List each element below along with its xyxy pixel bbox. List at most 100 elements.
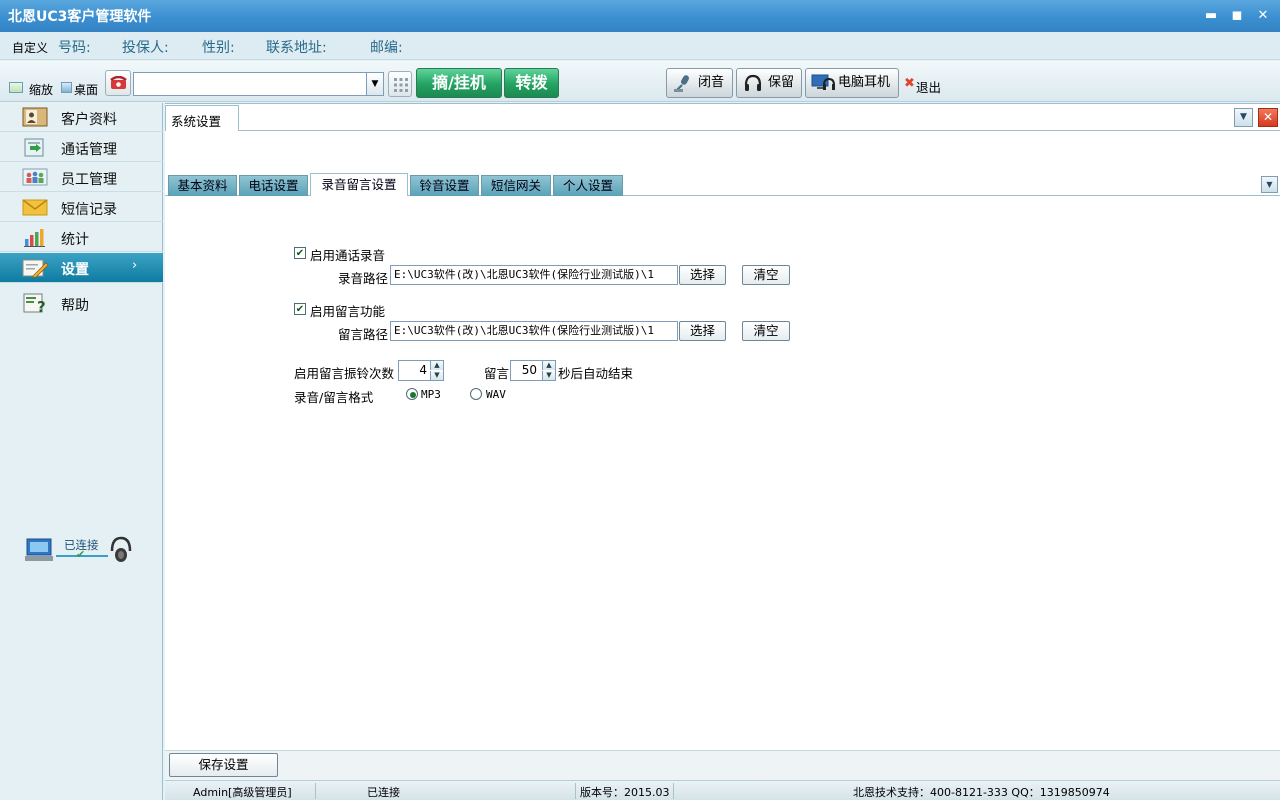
sidebar-item-staff[interactable]: 员工管理 (0, 163, 163, 192)
sidebar-item-stats[interactable]: 统计 (0, 223, 163, 252)
status-support: 北恩技术支持：400-8121-333 QQ：1319850974 (853, 786, 1110, 799)
dial-number-input[interactable] (133, 72, 367, 96)
pc-headset-button[interactable]: 电脑耳机 (805, 68, 899, 98)
voicemail-path-label: 留言路径 (338, 327, 389, 342)
tab-list-dropdown[interactable]: ▼ (1234, 108, 1253, 127)
svg-text:?: ? (37, 298, 46, 313)
doc-tab-divider (239, 130, 1280, 131)
status-separator (315, 783, 316, 799)
doc-tab-system-settings[interactable]: 系统设置 (165, 105, 239, 131)
gender-label: 性别: (202, 40, 235, 56)
phone-icon[interactable] (105, 70, 131, 96)
recording-path-field[interactable]: E:\UC3软件(改)\北恩UC3软件(保险行业测试版)\1 (390, 265, 678, 285)
exit-label: 退出 (916, 80, 942, 95)
pc-headset-icon (811, 74, 835, 90)
enable-recording-label: 启用通话录音 (310, 248, 386, 263)
doc-tab-label: 系统设置 (171, 114, 222, 129)
status-connection: 已连接 (367, 786, 400, 799)
staff-management-icon (22, 168, 48, 186)
message-seconds-value: 50 (521, 363, 537, 377)
close-tab-button[interactable]: ✕ (1258, 108, 1278, 127)
radio-mp3[interactable] (406, 388, 418, 400)
tab-ringtone-settings[interactable]: 铃音设置 (410, 175, 479, 196)
dialpad-button[interactable] (388, 71, 412, 97)
headphones-icon (744, 74, 762, 91)
sidebar-item-calls[interactable]: 通话管理 (0, 133, 163, 162)
sidebar-item-label: 客户资料 (61, 112, 117, 128)
tab-recording-voicemail[interactable]: 录音留言设置 (310, 173, 408, 196)
voicemail-path-field[interactable]: E:\UC3软件(改)\北恩UC3软件(保险行业测试版)\1 (390, 321, 678, 341)
call-management-icon (24, 138, 44, 157)
spin-down-icon[interactable]: ▼ (430, 371, 443, 380)
transfer-button[interactable]: 转拨 (504, 68, 559, 98)
shrink-icon (9, 82, 23, 93)
chevron-down-icon: ▼ (1240, 112, 1247, 122)
auto-end-label: 秒后自动结束 (558, 366, 634, 381)
recording-clear-button[interactable]: 清空 (742, 265, 790, 285)
dialpad-grid-icon (394, 78, 408, 92)
customize-button[interactable]: 自定义 (12, 39, 48, 56)
number-label: 号码: (58, 40, 91, 56)
chevron-down-icon: ▼ (1266, 180, 1273, 189)
status-version: 版本号：2015.03 (580, 786, 670, 799)
ring-count-stepper[interactable]: 4 ▲ ▼ (398, 360, 444, 381)
sub-tab-dropdown[interactable]: ▼ (1261, 176, 1278, 193)
sidebar-item-label: 设置 (61, 262, 89, 278)
tab-personal-settings[interactable]: 个人设置 (553, 175, 623, 196)
computer-icon (25, 538, 53, 561)
headset-icon (110, 536, 132, 562)
radio-selected-dot (410, 392, 416, 398)
enable-voicemail-checkbox[interactable]: ✔ (294, 303, 306, 315)
close-icon[interactable]: ✕ (1253, 6, 1273, 26)
settings-pencil-icon (22, 259, 48, 278)
voicemail-clear-button[interactable]: 清空 (742, 321, 790, 341)
format-mp3-label: MP3 (421, 388, 441, 401)
recording-select-button[interactable]: 选择 (679, 265, 726, 285)
sidebar-item-label: 统计 (61, 232, 89, 248)
voicemail-select-button[interactable]: 选择 (679, 321, 726, 341)
sidebar-item-help[interactable]: ? 帮助 (0, 289, 163, 318)
ring-count-label: 启用留言振铃次数 (294, 366, 395, 381)
title-bar: 北恩UC3客户管理软件 ▬ ◼ ✕ (0, 0, 1280, 32)
spin-up-icon[interactable]: ▲ (430, 361, 443, 370)
sidebar-item-customer[interactable]: 客户资料 (0, 103, 163, 132)
shrink-label: 缩放 (29, 83, 54, 97)
help-icon: ? (23, 293, 46, 313)
sidebar-item-settings[interactable]: 设置 › (0, 253, 163, 283)
sidebar-item-sms[interactable]: 短信记录 (0, 193, 163, 222)
tab-phone-settings[interactable]: 电话设置 (239, 175, 308, 196)
hold-button[interactable]: 保留 (736, 68, 802, 98)
exit-x-icon: ✖ (904, 76, 915, 91)
status-separator (673, 783, 674, 799)
sms-envelope-icon (22, 199, 48, 216)
spin-up-icon[interactable]: ▲ (542, 361, 555, 370)
recording-path-label: 录音路径 (338, 271, 389, 286)
mute-label: 闭音 (698, 75, 725, 90)
tab-basic-info[interactable]: 基本资料 (168, 175, 237, 196)
sidebar-item-label: 帮助 (61, 298, 89, 314)
pickup-hangup-button[interactable]: 摘/挂机 (416, 68, 502, 98)
customer-info-bar (0, 32, 1280, 60)
tab-sms-gateway[interactable]: 短信网关 (481, 175, 551, 196)
checkmark-icon: ✔ (295, 304, 305, 315)
mute-button[interactable]: 闭音 (666, 68, 733, 98)
format-label: 录音/留言格式 (294, 390, 374, 405)
status-bar: Admin[高级管理员] 已连接 版本号：2015.03 北恩技术支持：400-… (165, 780, 1280, 800)
close-icon: ✕ (1262, 110, 1274, 124)
checkmark-icon: ✔ (295, 248, 305, 259)
sidebar-item-label: 员工管理 (61, 172, 117, 188)
message-label: 留言 (484, 366, 510, 381)
message-seconds-stepper[interactable]: 50 ▲ ▼ (510, 360, 556, 381)
minimize-icon[interactable]: ▬ (1201, 6, 1221, 26)
pc-headset-label: 电脑耳机 (838, 75, 891, 90)
customer-profile-icon (22, 107, 48, 127)
address-label: 联系地址: (266, 40, 327, 56)
save-settings-button[interactable]: 保存设置 (169, 753, 278, 777)
enable-recording-checkbox[interactable]: ✔ (294, 247, 306, 259)
spin-down-icon[interactable]: ▼ (542, 371, 555, 380)
status-user: Admin[高级管理员] (193, 786, 292, 799)
desktop-icon (61, 82, 72, 93)
maximize-icon[interactable]: ◼ (1227, 6, 1247, 26)
dial-history-dropdown[interactable]: ▼ (367, 72, 384, 96)
radio-wav[interactable] (470, 388, 482, 400)
